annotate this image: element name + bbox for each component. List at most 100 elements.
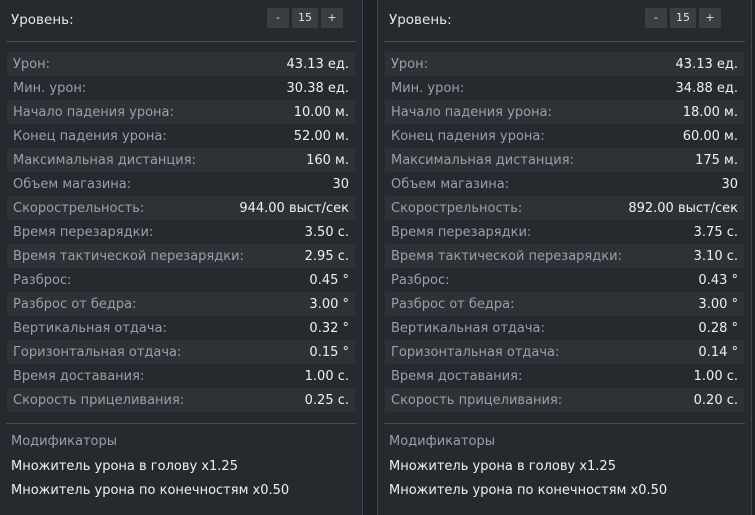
- stat-row: Время перезарядки: 3.50 с.: [7, 220, 355, 244]
- stat-value: 0.43 °: [698, 272, 738, 288]
- stat-value: 944.00 выст/сек: [239, 200, 349, 216]
- weapon-stats-panel-right: Уровень: - 15 + Урон: 43.13 ед. Мин. урон:…: [377, 0, 752, 515]
- stat-row: Время доставания: 1.00 с.: [7, 364, 355, 388]
- level-increase-button[interactable]: +: [699, 8, 721, 28]
- stat-row: Урон: 43.13 ед.: [7, 52, 355, 76]
- stat-value: 30: [721, 176, 738, 192]
- level-decrease-button[interactable]: -: [645, 8, 667, 28]
- stat-value: 34.88 ед.: [675, 80, 738, 96]
- stats-list: Урон: 43.13 ед. Мин. урон: 30.38 ед. Начало …: [7, 52, 355, 412]
- panel-gap: [363, 0, 377, 515]
- stat-label: Скорость прицеливания:: [391, 392, 563, 408]
- stat-row: Урон: 43.13 ед.: [385, 52, 744, 76]
- stat-value: 0.32 °: [309, 320, 349, 336]
- stat-row: Мин. урон: 34.88 ед.: [385, 76, 744, 100]
- stat-row: Разброс от бедра: 3.00 °: [385, 292, 744, 316]
- modifiers-title: Модификаторы: [11, 434, 118, 449]
- stat-label: Время тактической перезарядки:: [391, 248, 622, 264]
- stat-row: Время тактической перезарядки: 3.10 с.: [385, 244, 744, 268]
- stat-label: Скорость прицеливания:: [13, 392, 185, 408]
- level-value: 15: [292, 8, 318, 28]
- stat-value: 43.13 ед.: [675, 56, 738, 72]
- level-value: 15: [670, 8, 696, 28]
- stat-label: Разброс:: [391, 272, 450, 288]
- stat-label: Объем магазина:: [13, 176, 132, 192]
- stat-label: Объем магазина:: [391, 176, 510, 192]
- stat-label: Вертикальная отдача:: [13, 320, 167, 336]
- stat-value: 10.00 м.: [293, 104, 349, 120]
- stat-value: 0.45 °: [309, 272, 349, 288]
- stat-value: 0.14 °: [698, 344, 738, 360]
- stat-label: Время доставания:: [13, 368, 145, 384]
- stat-value: 43.13 ед.: [286, 56, 349, 72]
- stat-label: Разброс от бедра:: [13, 296, 137, 312]
- stat-value: 892.00 выст/сек: [628, 200, 738, 216]
- stat-row: Максимальная дистанция: 160 м.: [7, 148, 355, 172]
- stat-row: Горизонтальная отдача: 0.15 °: [7, 340, 355, 364]
- level-stepper: - 15 +: [267, 8, 343, 28]
- stat-label: Мин. урон:: [13, 80, 87, 96]
- stat-row: Вертикальная отдача: 0.28 °: [385, 316, 744, 340]
- stat-label: Урон:: [391, 56, 429, 72]
- stat-row: Начало падения урона: 18.00 м.: [385, 100, 744, 124]
- level-header: Уровень: - 15 +: [378, 8, 751, 34]
- stat-row: Конец падения урона: 60.00 м.: [385, 124, 744, 148]
- stat-value: 3.10 с.: [693, 248, 738, 264]
- level-label: Уровень:: [11, 12, 74, 28]
- stat-value: 30: [332, 176, 349, 192]
- stat-value: 0.15 °: [309, 344, 349, 360]
- stat-label: Максимальная дистанция:: [13, 152, 196, 168]
- stat-value: 60.00 м.: [682, 128, 738, 144]
- stat-row: Скорость прицеливания: 0.20 с.: [385, 388, 744, 412]
- level-stepper: - 15 +: [645, 8, 721, 28]
- stat-row: Время тактической перезарядки: 2.95 с.: [7, 244, 355, 268]
- stat-label: Горизонтальная отдача:: [13, 344, 182, 360]
- stat-label: Разброс:: [13, 272, 72, 288]
- stat-row: Время перезарядки: 3.75 с.: [385, 220, 744, 244]
- stat-row: Начало падения урона: 10.00 м.: [7, 100, 355, 124]
- stat-value: 1.00 с.: [693, 368, 738, 384]
- stat-label: Вертикальная отдача:: [391, 320, 545, 336]
- level-header: Уровень: - 15 +: [0, 8, 362, 34]
- stat-row: Объем магазина: 30: [385, 172, 744, 196]
- header-divider: [384, 41, 745, 42]
- modifier-item: Множитель урона в голову x1.25: [11, 459, 238, 474]
- header-divider: [6, 41, 356, 42]
- stat-label: Скорострельность:: [391, 200, 523, 216]
- stat-value: 160 м.: [306, 152, 349, 168]
- stat-value: 3.50 с.: [304, 224, 349, 240]
- modifier-item: Множитель урона по конечностям x0.50: [389, 483, 668, 498]
- stat-label: Мин. урон:: [391, 80, 465, 96]
- modifiers-title: Модификаторы: [389, 434, 496, 449]
- stat-row: Разброс: 0.43 °: [385, 268, 744, 292]
- stat-value: 3.00 °: [698, 296, 738, 312]
- level-label: Уровень:: [389, 12, 452, 28]
- level-decrease-button[interactable]: -: [267, 8, 289, 28]
- stat-row: Скорость прицеливания: 0.25 с.: [7, 388, 355, 412]
- stat-row: Разброс от бедра: 3.00 °: [7, 292, 355, 316]
- stat-label: Максимальная дистанция:: [391, 152, 574, 168]
- level-increase-button[interactable]: +: [321, 8, 343, 28]
- stat-label: Урон:: [13, 56, 51, 72]
- stat-value: 0.25 с.: [304, 392, 349, 408]
- stat-value: 30.38 ед.: [286, 80, 349, 96]
- stat-label: Горизонтальная отдача:: [391, 344, 560, 360]
- stat-row: Разброс: 0.45 °: [7, 268, 355, 292]
- stats-list: Урон: 43.13 ед. Мин. урон: 34.88 ед. Начало …: [385, 52, 744, 412]
- modifiers-divider: [384, 423, 745, 424]
- stat-value: 0.28 °: [698, 320, 738, 336]
- modifier-item: Множитель урона по конечностям x0.50: [11, 483, 290, 498]
- weapon-stats-panel-left: Уровень: - 15 + Урон: 43.13 ед. Мин. урон:…: [0, 0, 363, 515]
- stat-row: Вертикальная отдача: 0.32 °: [7, 316, 355, 340]
- stat-row: Конец падения урона: 52.00 м.: [7, 124, 355, 148]
- stat-value: 1.00 с.: [304, 368, 349, 384]
- modifiers-divider: [6, 423, 356, 424]
- stat-value: 175 м.: [695, 152, 738, 168]
- stat-label: Конец падения урона:: [391, 128, 545, 144]
- stat-row: Скорострельность: 944.00 выст/сек: [7, 196, 355, 220]
- stat-row: Скорострельность: 892.00 выст/сек: [385, 196, 744, 220]
- stat-row: Время доставания: 1.00 с.: [385, 364, 744, 388]
- stat-label: Скорострельность:: [13, 200, 145, 216]
- stat-row: Объем магазина: 30: [7, 172, 355, 196]
- stat-label: Время доставания:: [391, 368, 523, 384]
